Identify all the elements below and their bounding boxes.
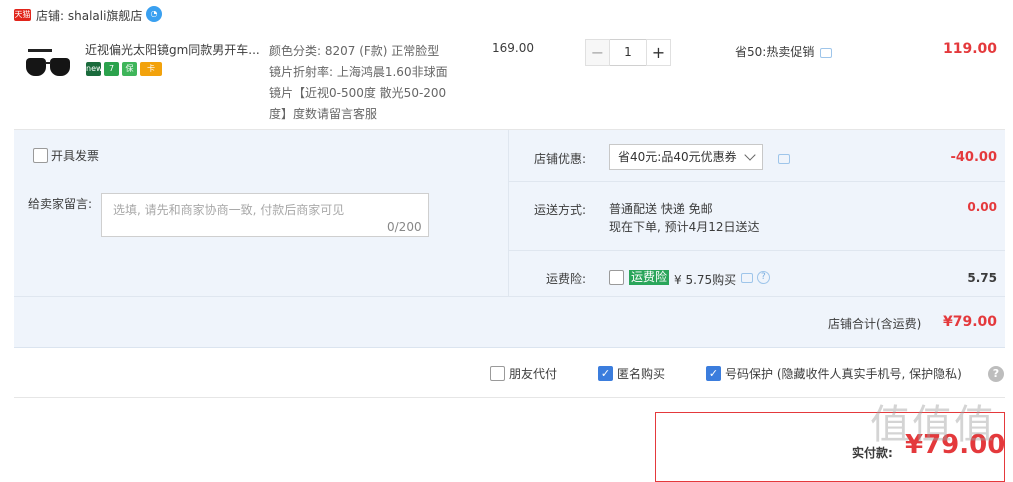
sku-line: 度】度数请留言客服 bbox=[269, 107, 378, 121]
shipping-eta: 现在下单, 预计4月12日送达 bbox=[609, 220, 760, 234]
guarantee-badge-icon[interactable]: 保 bbox=[122, 62, 137, 76]
sku-line: 镜片【近视0-500度 散光50-200 bbox=[269, 86, 447, 100]
qty-input[interactable]: 1 bbox=[610, 39, 646, 66]
anonymous-label: 匿名购买 bbox=[617, 367, 666, 381]
divider bbox=[14, 397, 1005, 398]
item-total: 119.00 bbox=[942, 41, 997, 57]
unit-price: 169.00 bbox=[492, 41, 534, 55]
insurance-checkbox[interactable] bbox=[609, 270, 624, 285]
coupon-select[interactable]: 省40元:品40元优惠券 bbox=[609, 144, 763, 170]
message-char-count: 0/200 bbox=[387, 220, 422, 234]
shop-name-link[interactable]: 店铺: shalali旗舰店 bbox=[36, 7, 142, 24]
anonymous-option[interactable]: ✓ 匿名购买 bbox=[598, 365, 665, 382]
card-badge-icon[interactable]: 卡 bbox=[140, 62, 162, 76]
shipping-label: 运送方式: bbox=[534, 203, 587, 217]
anonymous-checkbox[interactable]: ✓ bbox=[598, 366, 614, 381]
friend-pay-label: 朋友代付 bbox=[509, 367, 558, 381]
chat-icon[interactable] bbox=[741, 272, 753, 283]
coupon-label: 店铺优惠: bbox=[534, 152, 587, 166]
qty-plus-button[interactable]: + bbox=[646, 39, 671, 66]
coupon-selected-value: 省40元:品40元优惠券 bbox=[618, 150, 737, 164]
panel-divider bbox=[508, 181, 1005, 182]
panel-divider bbox=[14, 296, 1005, 297]
new-badge-icon[interactable]: new bbox=[86, 62, 103, 76]
panel-divider bbox=[508, 130, 509, 296]
panel-divider bbox=[508, 250, 1005, 251]
number-protect-option[interactable]: ✓ 号码保护 (隐藏收件人真实手机号, 保护隐私) bbox=[706, 365, 962, 382]
checkout-options: 朋友代付 ✓ 匿名购买 ✓ 号码保护 (隐藏收件人真实手机号, 保护隐私) bbox=[490, 365, 962, 382]
shipping-method: 普通配送 快递 免邮 bbox=[609, 202, 713, 216]
qty-minus-button[interactable]: − bbox=[585, 39, 610, 66]
help-icon[interactable]: ? bbox=[988, 366, 1004, 382]
promotion-info: 省50:热卖促销 bbox=[735, 43, 833, 60]
lens-right bbox=[50, 58, 70, 76]
message-label: 给卖家留言: bbox=[28, 197, 93, 211]
product-thumbnail[interactable] bbox=[22, 44, 76, 86]
number-protect-checkbox[interactable]: ✓ bbox=[706, 366, 722, 381]
number-protect-label: 号码保护 (隐藏收件人真实手机号, 保护隐私) bbox=[725, 367, 962, 381]
insurance-icons: ? bbox=[741, 270, 770, 284]
insurance-checkbox-wrap bbox=[609, 270, 624, 285]
friend-pay-checkbox[interactable] bbox=[490, 366, 505, 381]
quantity-stepper: − 1 + bbox=[585, 39, 671, 66]
chat-icon[interactable] bbox=[778, 153, 790, 164]
invoice-option[interactable]: 开具发票 bbox=[30, 147, 99, 164]
shipping-fee: 0.00 bbox=[967, 200, 997, 214]
frame-bar bbox=[28, 49, 52, 52]
tmall-logo-icon: 天猫 bbox=[14, 9, 31, 21]
coupon-discount: -40.00 bbox=[950, 150, 997, 165]
invoice-checkbox[interactable] bbox=[33, 148, 48, 163]
insurance-price: ¥ 5.75购买 bbox=[674, 273, 737, 287]
invoice-label: 开具发票 bbox=[51, 149, 100, 163]
lens-left bbox=[26, 58, 46, 76]
service-badges: new 7 保卡 bbox=[86, 62, 165, 76]
shipping-info: 普通配送 快递 免邮 现在下单, 预计4月12日送达 bbox=[609, 200, 760, 236]
frame-bridge bbox=[45, 62, 51, 64]
shop-subtotal-value: ¥79.00 bbox=[942, 314, 997, 330]
seven-day-badge-icon[interactable]: 7 bbox=[104, 62, 119, 76]
chevron-down-icon bbox=[744, 149, 756, 161]
chat-icon[interactable] bbox=[820, 47, 833, 58]
insurance-value: 5.75 bbox=[967, 271, 997, 285]
shop-subtotal-label: 店铺合计(含运费) bbox=[828, 317, 922, 331]
insurance-label: 运费险: bbox=[546, 272, 587, 286]
coupon-chat-wrap bbox=[778, 151, 790, 165]
sku-line: 镜片折射率: 上海鸿晨1.60非球面 bbox=[269, 65, 448, 79]
wangwang-icon[interactable]: ◔ bbox=[146, 6, 162, 22]
message-placeholder: 选填, 请先和商家协商一致, 付款后商家可见 bbox=[113, 203, 345, 217]
insurance-tag: 运费险 bbox=[629, 270, 670, 285]
help-icon[interactable]: ? bbox=[756, 271, 770, 284]
promotion-text: 省50:热卖促销 bbox=[735, 45, 815, 59]
sku-info: 颜色分类: 8207 (F款) 正常脸型 镜片折射率: 上海鸿晨1.60非球面 … bbox=[269, 41, 464, 125]
sku-line: 颜色分类: 8207 (F款) 正常脸型 bbox=[269, 44, 440, 58]
watermark: 值值值 bbox=[870, 402, 996, 448]
friend-pay-option[interactable]: 朋友代付 bbox=[490, 365, 557, 382]
product-title-link[interactable]: 近视偏光太阳镜gm同款男开车... bbox=[85, 41, 260, 58]
